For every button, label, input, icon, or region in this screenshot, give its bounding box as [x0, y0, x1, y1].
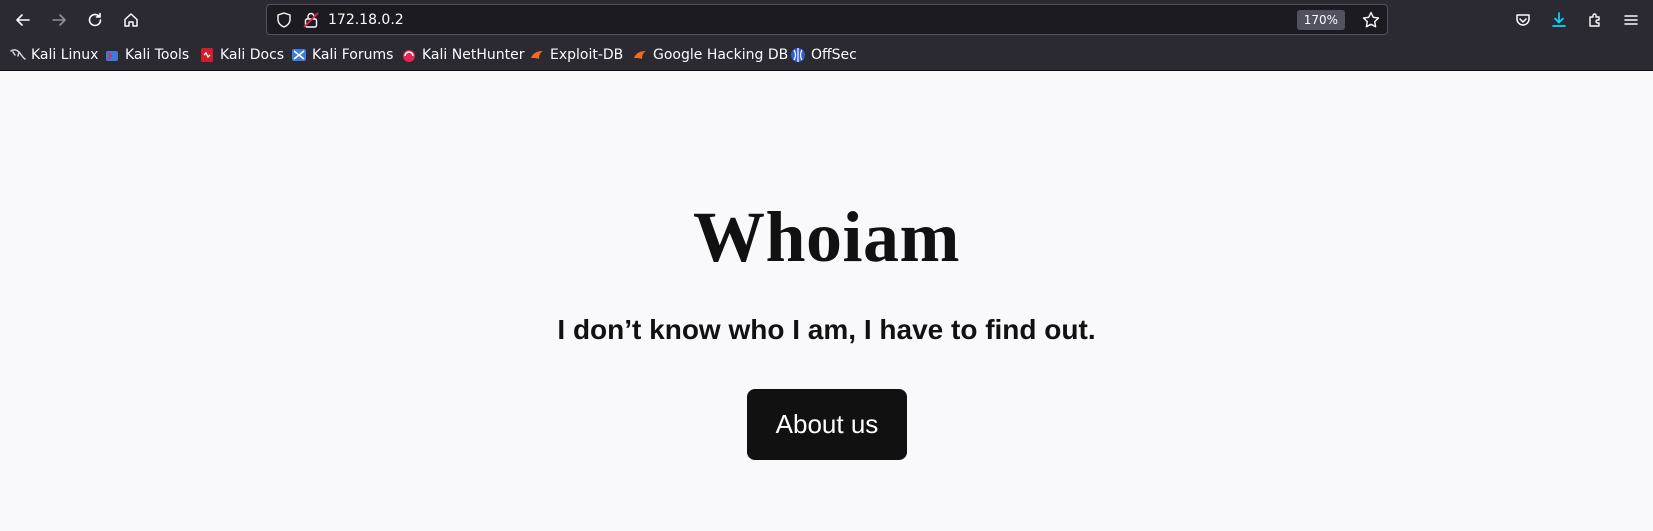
insecure-lock-icon[interactable] — [302, 11, 320, 29]
puzzle-piece-icon — [1589, 13, 1600, 27]
about-us-button[interactable]: About us — [747, 389, 907, 460]
page-subtitle: I don’t know who I am, I have to find ou… — [557, 314, 1096, 345]
zoom-level-badge[interactable]: 170% — [1296, 10, 1345, 30]
back-arrow-icon — [16, 14, 30, 26]
bookmark-kali-docs[interactable]: Kali Docs — [199, 45, 284, 65]
bookmark-label: Google Hacking DB — [653, 47, 789, 63]
pocket-icon — [1516, 14, 1530, 26]
kali-tools-icon — [106, 51, 118, 61]
extensions-button[interactable] — [1580, 5, 1610, 35]
bookmarks-toolbar: Kali Linux Kali Tools Kali Docs Kali For… — [0, 39, 1653, 71]
kali-forums-icon — [292, 49, 306, 61]
kali-dragon-icon — [10, 49, 26, 60]
kali-docs-icon — [201, 48, 213, 62]
pocket-button[interactable] — [1508, 5, 1538, 35]
address-bar[interactable]: 172.18.0.2 170% — [266, 4, 1388, 35]
downloads-button[interactable] — [1544, 5, 1574, 35]
forward-button[interactable] — [44, 5, 74, 35]
bookmark-label: Kali Docs — [220, 47, 285, 63]
bookmark-label: OffSec — [811, 47, 857, 63]
kali-nethunter-icon — [403, 50, 415, 62]
app-menu-button[interactable] — [1616, 5, 1646, 35]
url-text[interactable]: 172.18.0.2 — [328, 12, 404, 28]
bookmark-google-hacking-db[interactable]: Google Hacking DB — [632, 45, 788, 65]
bookmark-star-icon[interactable] — [1361, 10, 1381, 30]
bookmark-label: Exploit-DB — [550, 47, 624, 63]
tracking-protection-shield-icon[interactable] — [275, 11, 293, 29]
bookmark-label: Kali Forums — [312, 47, 394, 63]
bookmark-kali-forums[interactable]: Kali Forums — [291, 45, 393, 65]
home-button[interactable] — [116, 5, 146, 35]
offsec-icon — [791, 48, 805, 62]
page-title: Whoiam — [692, 197, 961, 277]
bookmark-label: Kali Tools — [125, 47, 190, 63]
exploit-db-icon — [531, 51, 543, 59]
reload-button[interactable] — [80, 5, 110, 35]
bookmark-kali-nethunter[interactable]: Kali NetHunter — [401, 45, 524, 65]
ghdb-icon — [634, 51, 646, 59]
hamburger-menu-icon — [1624, 15, 1638, 25]
bookmark-exploit-db[interactable]: Exploit-DB — [529, 45, 623, 65]
forward-arrow-icon — [52, 14, 66, 26]
bookmark-label: Kali Linux — [31, 47, 99, 63]
bookmark-offsec[interactable]: OffSec — [790, 45, 857, 65]
browser-toolbar: 172.18.0.2 170% — [0, 0, 1653, 39]
download-icon — [1552, 12, 1566, 27]
bookmark-kali-linux[interactable]: Kali Linux — [10, 45, 98, 65]
bookmark-kali-tools[interactable]: Kali Tools — [104, 45, 189, 65]
bookmark-label: Kali NetHunter — [422, 47, 525, 63]
home-icon — [124, 13, 138, 27]
back-button[interactable] — [8, 5, 38, 35]
reload-icon — [88, 12, 102, 27]
